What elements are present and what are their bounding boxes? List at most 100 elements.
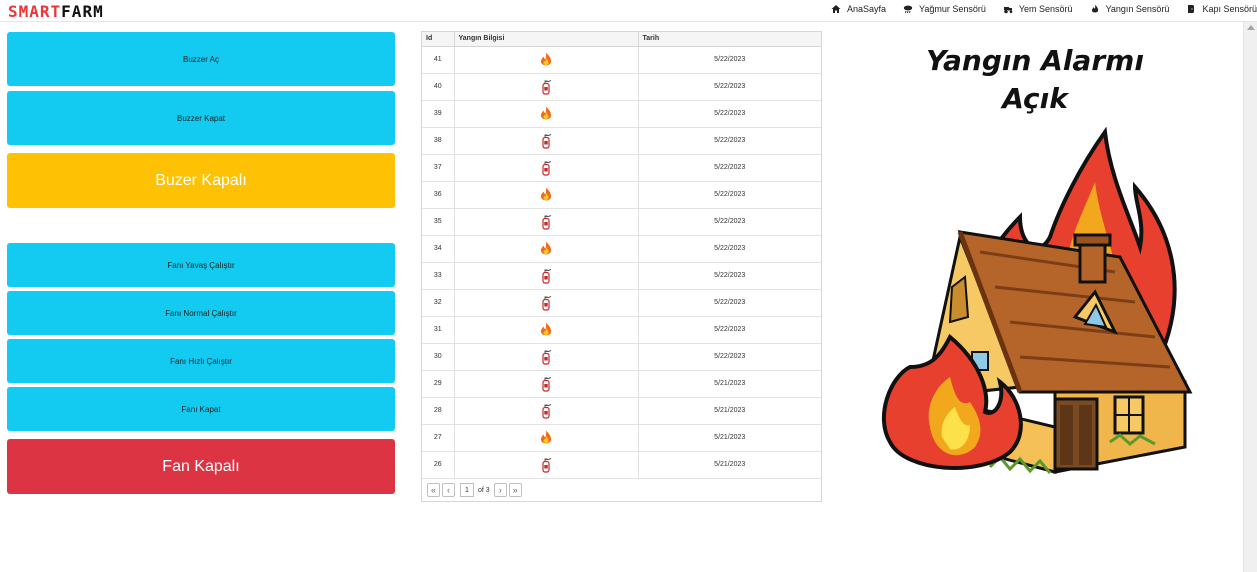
cell-date: 5/22/2023 xyxy=(638,316,821,344)
alarm-line1: Yangın Alarmı xyxy=(926,44,1144,77)
next-page-button[interactable]: › xyxy=(493,483,507,497)
fan-slow-button[interactable]: Fanı Yavaş Çalıştır xyxy=(7,243,395,287)
brand-logo[interactable]: SMARTFARM xyxy=(8,2,104,21)
nav-rain-sensor[interactable]: Yağmur Sensörü xyxy=(903,4,986,14)
fan-status-button[interactable]: Fan Kapalı xyxy=(7,439,395,494)
table-row[interactable]: 33 5/22/2023 xyxy=(422,262,821,290)
page-count: of 3 xyxy=(478,486,490,494)
last-page-button[interactable]: » xyxy=(508,483,522,497)
fan-off-button[interactable]: Fanı Kapat xyxy=(7,387,395,431)
fire-icon xyxy=(540,187,552,200)
fire-log-table: Id Yangın Bilgisi Tarih 41 5/22/2023 40 5/2… xyxy=(422,32,821,479)
extinguisher-icon xyxy=(542,457,552,473)
fire-icon xyxy=(1091,4,1098,13)
cell-id: 31 xyxy=(422,316,455,344)
cell-id: 37 xyxy=(422,154,455,182)
cell-date: 5/22/2023 xyxy=(638,154,821,182)
header-id[interactable]: Id xyxy=(422,32,455,47)
nav-feed-label: Yem Sensörü xyxy=(1018,4,1073,14)
cell-fire-info xyxy=(454,397,639,425)
alarm-line2: Açık xyxy=(1002,82,1068,115)
fan-fast-button[interactable]: Fanı Hızlı Çalıştır xyxy=(7,339,395,383)
cell-date: 5/21/2023 xyxy=(638,397,821,425)
cell-id: 34 xyxy=(422,235,455,263)
cell-fire-info xyxy=(454,154,639,182)
cell-id: 36 xyxy=(422,181,455,209)
extinguisher-icon xyxy=(542,160,552,176)
vertical-scrollbar[interactable] xyxy=(1243,22,1257,572)
nav-fire-label: Yangın Sensörü xyxy=(1105,4,1170,14)
table-row[interactable]: 35 5/22/2023 xyxy=(422,208,821,236)
cell-date: 5/22/2023 xyxy=(638,100,821,128)
table-row[interactable]: 28 5/21/2023 xyxy=(422,397,821,425)
cell-fire-info xyxy=(454,46,639,74)
table-row[interactable]: 39 5/22/2023 xyxy=(422,100,821,128)
fire-log-grid: Id Yangın Bilgisi Tarih 41 5/22/2023 40 5/2… xyxy=(421,31,822,502)
buzzer-on-button[interactable]: Buzzer Aç xyxy=(7,32,395,86)
extinguisher-icon xyxy=(542,133,552,149)
header-fire-info[interactable]: Yangın Bilgisi xyxy=(454,32,639,47)
table-row[interactable]: 27 5/21/2023 xyxy=(422,424,821,452)
extinguisher-icon xyxy=(542,376,552,392)
table-row[interactable]: 26 5/21/2023 xyxy=(422,451,821,479)
page-input[interactable]: 1 xyxy=(460,483,474,497)
table-row[interactable]: 32 5/22/2023 xyxy=(422,289,821,317)
prev-page-button[interactable]: ‹ xyxy=(442,483,455,497)
fire-icon xyxy=(540,430,552,443)
cell-fire-info xyxy=(454,235,639,263)
cell-date: 5/22/2023 xyxy=(638,73,821,101)
cell-date: 5/21/2023 xyxy=(638,451,821,479)
table-row[interactable]: 41 5/22/2023 xyxy=(422,46,821,74)
nav-feed-sensor[interactable]: Yem Sensörü xyxy=(1003,4,1073,14)
cell-fire-info xyxy=(454,343,639,371)
cell-id: 35 xyxy=(422,208,455,236)
buzzer-off-button[interactable]: Buzzer Kapat xyxy=(7,91,395,145)
cell-id: 33 xyxy=(422,262,455,290)
nav-fire-sensor[interactable]: Yangın Sensörü xyxy=(1090,4,1170,14)
cell-fire-info xyxy=(454,208,639,236)
cell-fire-info xyxy=(454,316,639,344)
table-row[interactable]: 30 5/22/2023 xyxy=(422,343,821,371)
brand-smart: SMART xyxy=(8,2,62,21)
cell-fire-info xyxy=(454,181,639,209)
cell-id: 32 xyxy=(422,289,455,317)
nav-home-label: AnaSayfa xyxy=(846,4,886,14)
table-row[interactable]: 34 5/22/2023 xyxy=(422,235,821,263)
cell-id: 28 xyxy=(422,397,455,425)
buzzer-status-button[interactable]: Buzer Kapalı xyxy=(7,153,395,208)
table-row[interactable]: 38 5/22/2023 xyxy=(422,127,821,155)
cell-id: 30 xyxy=(422,343,455,371)
fire-icon xyxy=(540,52,552,65)
cell-fire-info xyxy=(454,370,639,398)
cell-fire-info xyxy=(454,73,639,101)
cell-date: 5/21/2023 xyxy=(638,424,821,452)
cell-date: 5/22/2023 xyxy=(638,181,821,209)
nav-door-sensor[interactable]: Kapı Sensörü xyxy=(1186,4,1257,14)
cell-date: 5/22/2023 xyxy=(638,127,821,155)
extinguisher-icon xyxy=(542,268,552,284)
alarm-title: Yangın Alarmı Açık xyxy=(870,42,1200,118)
first-page-button[interactable]: « xyxy=(427,483,440,497)
extinguisher-icon xyxy=(542,295,552,311)
nav-home[interactable]: AnaSayfa xyxy=(831,4,886,14)
cell-date: 5/22/2023 xyxy=(638,208,821,236)
rain-icon xyxy=(903,5,913,14)
extinguisher-icon xyxy=(542,349,552,365)
cell-fire-info xyxy=(454,289,639,317)
cell-id: 38 xyxy=(422,127,455,155)
table-row[interactable]: 40 5/22/2023 xyxy=(422,73,821,101)
fire-icon xyxy=(540,106,552,119)
cell-fire-info xyxy=(454,100,639,128)
table-row[interactable]: 29 5/21/2023 xyxy=(422,370,821,398)
scroll-up-icon[interactable] xyxy=(1247,25,1255,30)
cell-id: 40 xyxy=(422,73,455,101)
table-row[interactable]: 36 5/22/2023 xyxy=(422,181,821,209)
nav-links: AnaSayfa Yağmur Sensörü Yem Sensörü Yang… xyxy=(831,4,1257,14)
header-date[interactable]: Tarih xyxy=(638,32,821,47)
table-row[interactable]: 37 5/22/2023 xyxy=(422,154,821,182)
table-row[interactable]: 31 5/22/2023 xyxy=(422,316,821,344)
cell-date: 5/22/2023 xyxy=(638,343,821,371)
cell-fire-info xyxy=(454,127,639,155)
fan-normal-button[interactable]: Fanı Normal Çalıştır xyxy=(7,291,395,335)
fire-icon xyxy=(540,322,552,335)
